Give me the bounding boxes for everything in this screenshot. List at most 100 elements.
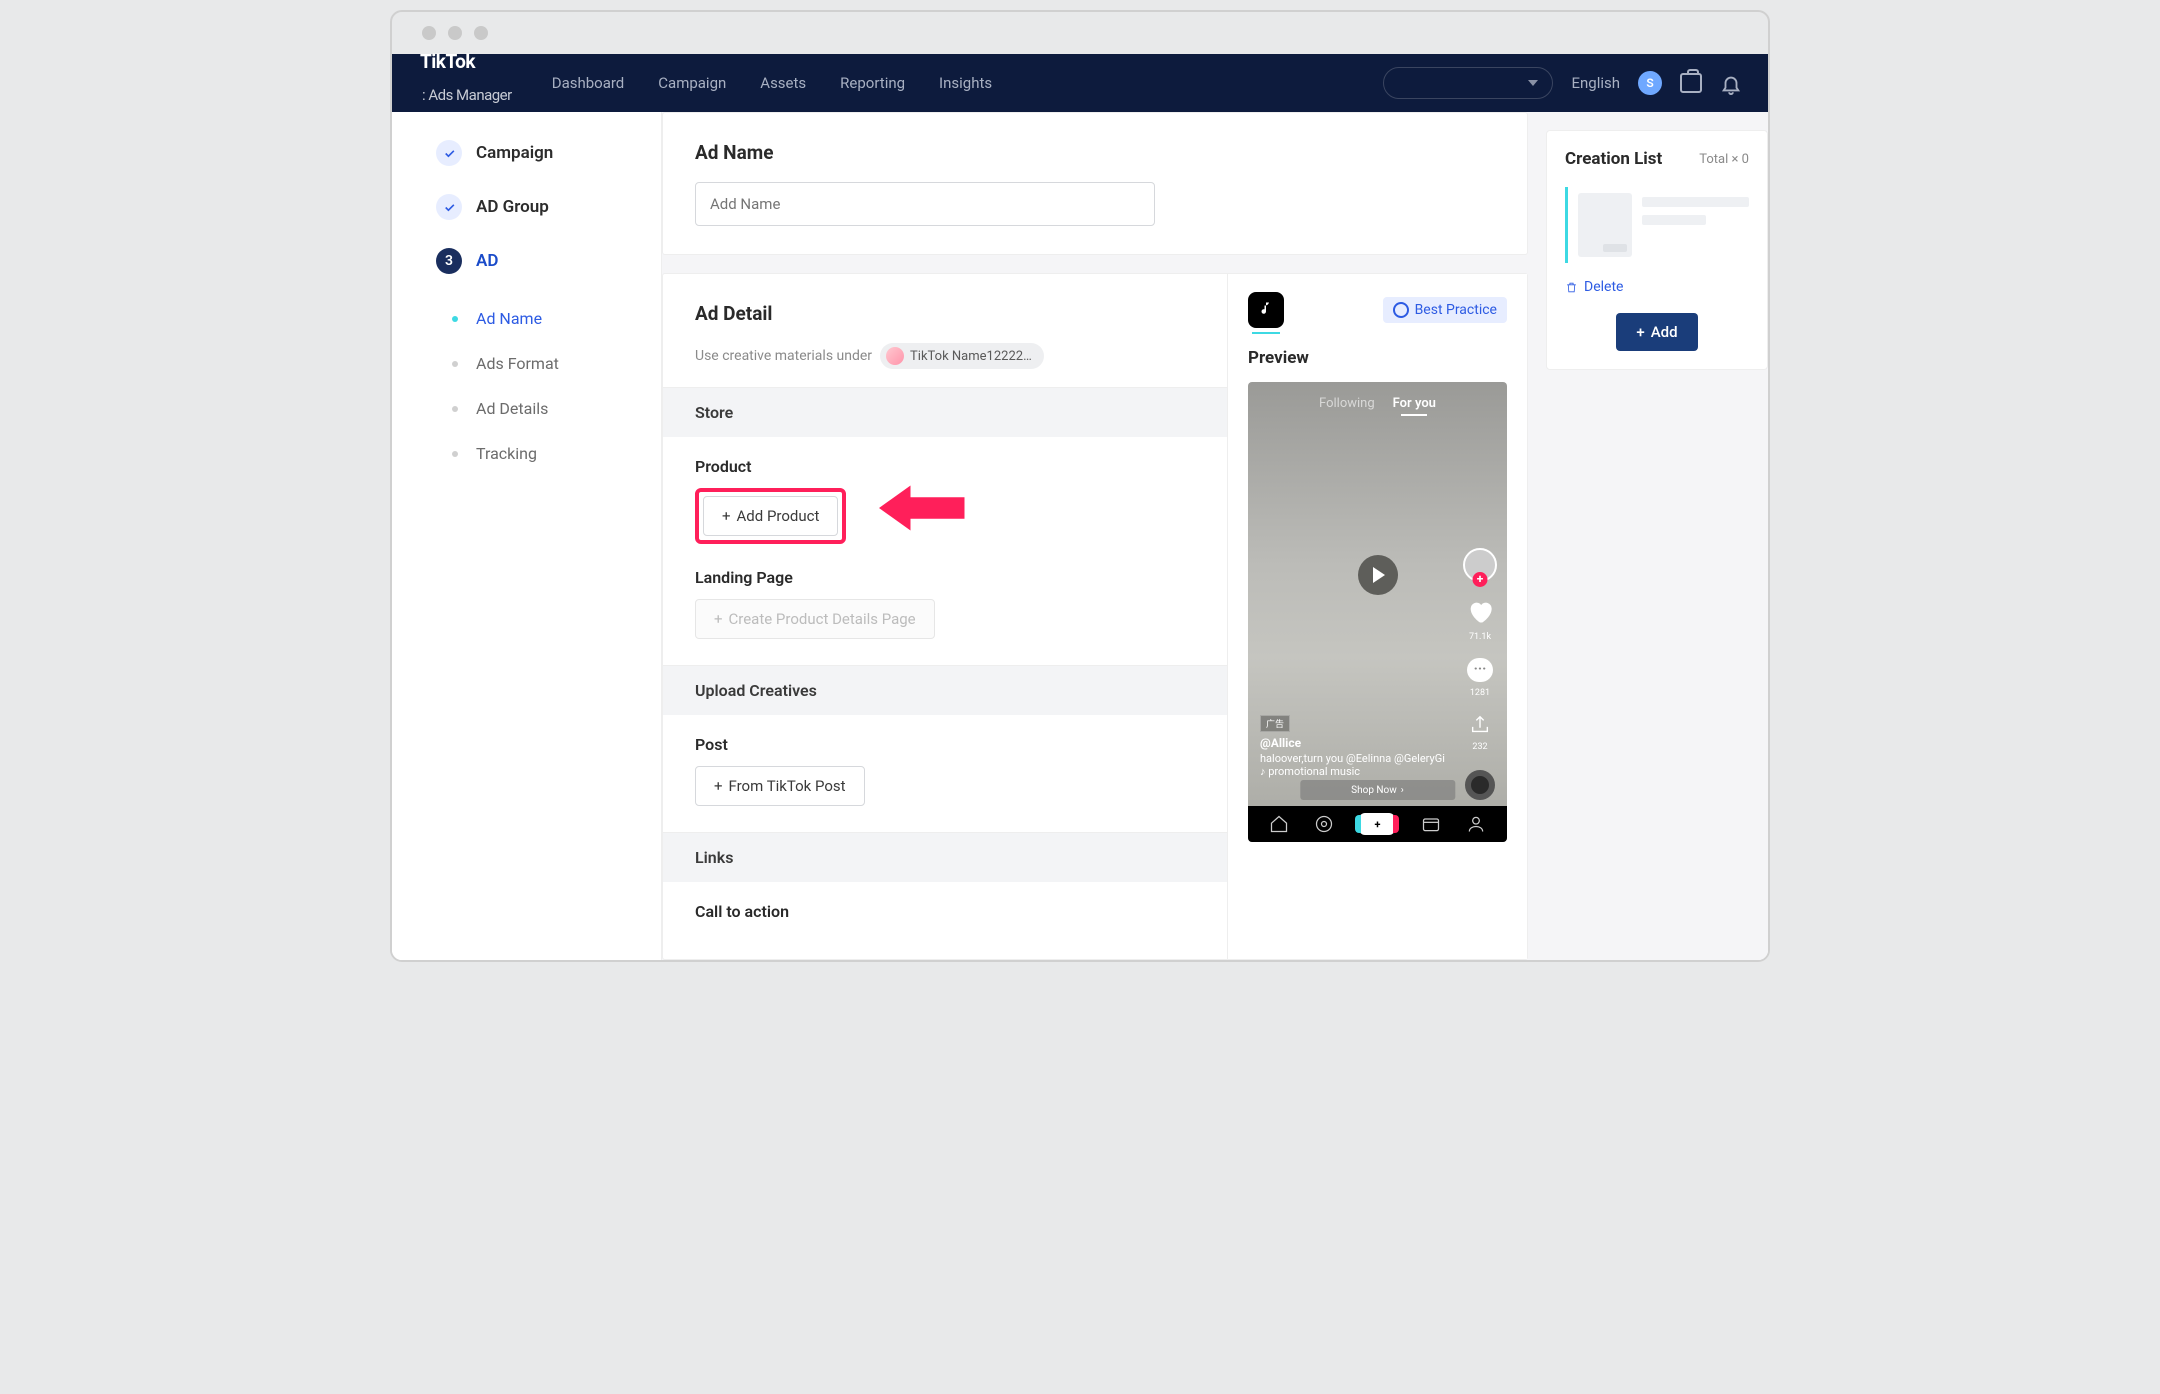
brand-sub: : Ads Manager — [422, 73, 512, 117]
discover-icon — [1314, 814, 1334, 834]
home-icon — [1269, 814, 1289, 834]
post-label: Post — [695, 735, 1195, 754]
substep-adsformat[interactable]: Ads Format — [452, 341, 661, 386]
user-avatar[interactable]: S — [1638, 71, 1662, 95]
upload-creatives-section: Upload Creatives — [663, 665, 1227, 715]
step-ad[interactable]: 3 AD — [436, 248, 661, 274]
shop-now-button: Shop Now › — [1300, 780, 1455, 800]
creator-avatar-icon — [1463, 548, 1497, 582]
check-icon — [436, 194, 462, 220]
step-adgroup[interactable]: AD Group — [436, 194, 661, 220]
comment-icon — [1467, 658, 1493, 682]
nav-reporting[interactable]: Reporting — [840, 74, 905, 92]
phone-nav: + — [1248, 806, 1507, 842]
top-nav: TikTok: Ads Manager Dashboard Campaign A… — [392, 54, 1768, 112]
brand-name: TikTok — [420, 50, 475, 73]
ad-name-title: Ad Name — [695, 141, 1495, 164]
briefcase-icon[interactable] — [1680, 73, 1702, 93]
store-section: Store — [663, 387, 1227, 437]
product-label: Product — [695, 457, 1195, 476]
brand-logo: TikTok: Ads Manager — [420, 50, 512, 117]
tiktok-circle-icon — [1393, 302, 1409, 318]
share-icon — [1469, 714, 1491, 736]
tiktok-logo-icon — [1248, 292, 1284, 328]
ad-name-input[interactable] — [695, 182, 1155, 226]
check-icon — [436, 140, 462, 166]
comments-count: 1281 — [1470, 688, 1490, 698]
language-selector[interactable]: English — [1571, 74, 1620, 92]
play-icon — [1358, 555, 1398, 595]
landing-page-label: Landing Page — [695, 568, 1195, 587]
step-label: AD Group — [476, 197, 549, 217]
substep-label: Ads Format — [476, 354, 559, 373]
account-dropdown[interactable] — [1383, 67, 1553, 99]
traffic-light-max[interactable] — [474, 26, 488, 40]
creative-source-text: Use creative materials under TikTok Name… — [695, 343, 1195, 369]
preview-title: Preview — [1248, 348, 1507, 368]
dot-icon — [452, 316, 458, 322]
dot-icon — [452, 451, 458, 457]
nav-assets[interactable]: Assets — [760, 74, 806, 92]
ad-detail-title: Ad Detail — [695, 302, 1195, 325]
step-campaign[interactable]: Campaign — [436, 140, 661, 166]
plus-icon: + — [1359, 813, 1395, 835]
preview-column: Best Practice Preview Following For you — [1227, 274, 1527, 959]
heart-icon — [1466, 598, 1494, 626]
ad-detail-card: Ad Detail Use creative materials under T… — [662, 273, 1528, 960]
creation-list-panel: Creation List Total × 0 Delete — [1528, 112, 1768, 960]
bell-icon[interactable] — [1720, 73, 1740, 93]
substep-adname[interactable]: Ad Name — [452, 296, 661, 341]
nav-insights[interactable]: Insights — [939, 74, 992, 92]
substep-label: Ad Name — [476, 309, 542, 328]
preview-caption: haloover,turn you @Eelinna @GeleryGi — [1260, 752, 1447, 765]
creation-item[interactable] — [1565, 187, 1749, 263]
substep-addetails[interactable]: Ad Details — [452, 386, 661, 431]
window-titlebar — [392, 12, 1768, 54]
creation-list-title: Creation List — [1565, 149, 1662, 169]
add-button[interactable]: + Add — [1616, 313, 1697, 351]
step-label: Campaign — [476, 143, 553, 163]
substep-label: Ad Details — [476, 399, 548, 418]
from-tiktok-post-button[interactable]: + From TikTok Post — [695, 766, 865, 806]
ad-name-card: Ad Name — [662, 112, 1528, 255]
preview-music: ♪ promotional music — [1260, 765, 1447, 778]
preview-username: @Allice — [1260, 736, 1447, 750]
links-section: Links — [663, 832, 1227, 882]
music-disc-icon — [1465, 770, 1495, 800]
ad-tag: 广告 — [1260, 715, 1290, 732]
nav-dashboard[interactable]: Dashboard — [552, 74, 625, 92]
best-practice-button[interactable]: Best Practice — [1383, 297, 1507, 323]
cta-label: Call to action — [695, 902, 1195, 921]
chevron-down-icon — [1528, 80, 1538, 86]
create-page-button[interactable]: + Create Product Details Page — [695, 599, 935, 639]
tab-foryou: For you — [1393, 396, 1436, 411]
inbox-icon — [1421, 814, 1441, 834]
add-product-button[interactable]: + Add Product — [703, 496, 838, 536]
thumbnail-placeholder — [1578, 193, 1632, 257]
skeleton-line — [1642, 197, 1749, 207]
traffic-light-close[interactable] — [422, 26, 436, 40]
shares-count: 232 — [1472, 742, 1487, 752]
dot-icon — [452, 361, 458, 367]
profile-icon — [1466, 814, 1486, 834]
step-label: AD — [476, 251, 498, 271]
substep-label: Tracking — [476, 444, 537, 463]
highlight-annotation: + Add Product — [695, 488, 846, 544]
dot-icon — [452, 406, 458, 412]
trash-icon — [1565, 281, 1578, 294]
nav-links: Dashboard Campaign Assets Reporting Insi… — [552, 74, 992, 92]
tab-following: Following — [1319, 396, 1375, 411]
substep-tracking[interactable]: Tracking — [452, 431, 661, 476]
traffic-light-min[interactable] — [448, 26, 462, 40]
avatar-icon — [886, 347, 904, 365]
likes-count: 71.1k — [1469, 632, 1491, 642]
skeleton-line — [1642, 215, 1706, 225]
phone-preview: Following For you 71.1k 1281 — [1248, 382, 1507, 842]
account-pill[interactable]: TikTok Name12222… — [880, 343, 1044, 369]
sidebar: Campaign AD Group 3 AD Ad Name Ads Forma… — [392, 112, 662, 960]
arrow-annotation — [879, 478, 969, 538]
step-number-icon: 3 — [436, 248, 462, 274]
creation-total: Total × 0 — [1699, 152, 1749, 167]
delete-button[interactable]: Delete — [1565, 279, 1749, 295]
nav-campaign[interactable]: Campaign — [658, 74, 726, 92]
